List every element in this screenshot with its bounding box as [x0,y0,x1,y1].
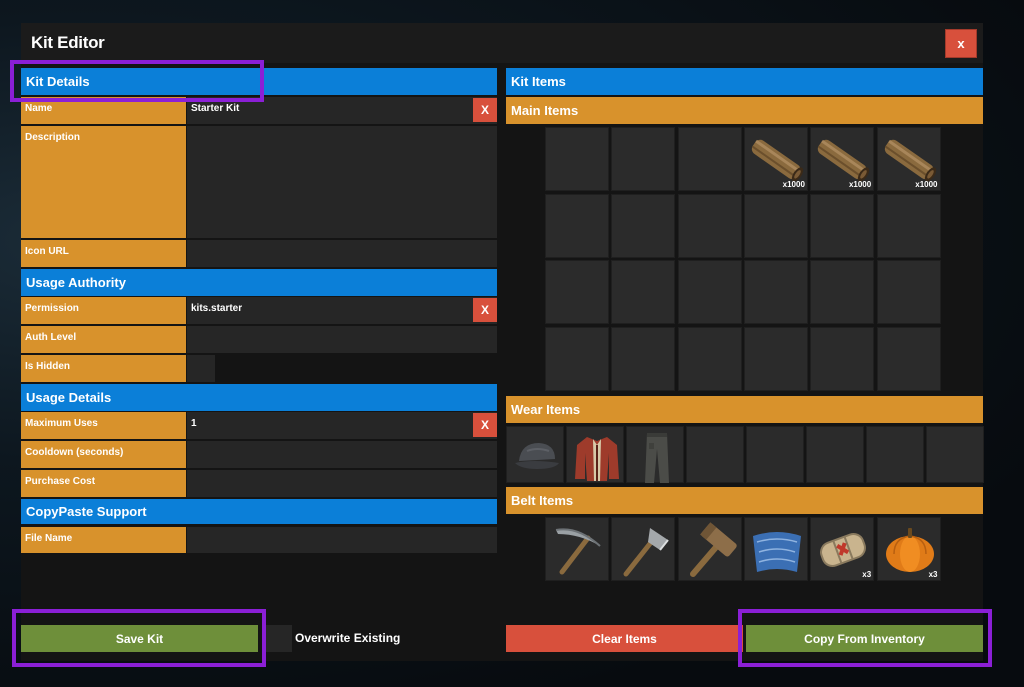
belt-item-slot[interactable]: x3 [810,517,875,581]
main-item-slot[interactable] [810,260,875,325]
main-item-slot[interactable] [677,193,742,258]
main-item-slot[interactable] [545,127,609,191]
is-hidden-label: Is Hidden [21,355,186,382]
max-uses-field[interactable]: 1 [187,412,497,439]
auth-level-label: Auth Level [21,326,186,353]
clear-items-button[interactable]: Clear Items [506,625,743,652]
item-quantity: x3 [862,570,872,579]
main-item-slot[interactable] [810,326,875,391]
highlight-kit-details [10,60,264,102]
auth-level-field[interactable] [187,326,497,353]
highlight-save-kit [12,609,266,667]
overwrite-existing-label: Overwrite Existing [295,631,401,645]
main-item-slot[interactable] [876,260,941,325]
main-item-slot[interactable] [611,260,676,325]
wear-item-slot[interactable] [866,426,924,483]
description-field[interactable] [187,126,497,238]
belt-items-header: Belt Items [506,487,983,514]
max-uses-label: Maximum Uses [21,412,186,439]
main-item-slot[interactable] [876,193,941,258]
main-items-header: Main Items [506,97,983,124]
cooldown-label: Cooldown (seconds) [21,441,186,468]
close-button[interactable]: x [945,29,977,58]
main-item-slot[interactable]: x1000 [876,127,941,191]
wear-item-slot[interactable] [926,426,984,483]
belt-item-slot[interactable] [677,517,742,581]
highlight-copy-from-inventory [738,609,992,667]
name-clear-button[interactable]: X [473,98,497,122]
max-uses-clear-button[interactable]: X [473,413,497,437]
icon-url-field[interactable] [187,240,497,267]
item-quantity: x3 [928,570,938,579]
wear-items-header: Wear Items [506,396,983,423]
description-label: Description [21,126,186,238]
cooldown-field[interactable] [187,441,497,468]
main-item-slot[interactable] [743,326,808,391]
wear-item-slot[interactable] [626,426,684,483]
belt-item-slot[interactable] [611,517,676,581]
main-item-slot[interactable] [545,260,609,325]
main-item-slot[interactable] [677,127,742,191]
wear-item-slot[interactable] [806,426,864,483]
usage-authority-header: Usage Authority [21,269,497,296]
permission-field[interactable]: kits.starter [187,297,497,324]
item-quantity: x1000 [915,180,938,189]
item-quantity: x1000 [782,180,805,189]
main-item-slot[interactable] [545,326,609,391]
main-item-slot[interactable] [677,260,742,325]
main-item-slot[interactable]: x1000 [743,127,808,191]
wear-item-slot[interactable] [686,426,744,483]
wear-item-slot[interactable] [566,426,624,483]
kit-items-header: Kit Items [506,68,983,95]
wear-item-slot[interactable] [746,426,804,483]
main-item-slot[interactable] [876,326,941,391]
title-bar [21,23,983,63]
belt-item-slot[interactable] [545,517,609,581]
file-name-field[interactable] [187,527,497,553]
main-item-slot[interactable] [743,193,808,258]
permission-clear-button[interactable]: X [473,298,497,322]
wear-item-slot[interactable] [506,426,564,483]
purchase-cost-field[interactable] [187,470,497,497]
main-item-slot[interactable] [545,193,609,258]
permission-label: Permission [21,297,186,324]
usage-details-header: Usage Details [21,384,497,411]
main-item-slot[interactable] [611,326,676,391]
main-item-slot[interactable] [611,193,676,258]
copypaste-header: CopyPaste Support [21,499,497,524]
file-name-label: File Name [21,527,186,553]
purchase-cost-label: Purchase Cost [21,470,186,497]
icon-url-label: Icon URL [21,240,186,267]
main-item-slot[interactable] [810,193,875,258]
belt-item-slot[interactable]: x3 [876,517,941,581]
is-hidden-toggle[interactable] [187,355,215,382]
main-item-slot[interactable]: x1000 [810,127,875,191]
main-item-slot[interactable] [743,260,808,325]
window-title: Kit Editor [31,33,105,52]
main-item-slot[interactable] [611,127,676,191]
belt-item-slot[interactable] [743,517,808,581]
overwrite-existing-toggle[interactable] [266,625,292,652]
item-quantity: x1000 [848,180,872,189]
main-item-slot[interactable] [677,326,742,391]
